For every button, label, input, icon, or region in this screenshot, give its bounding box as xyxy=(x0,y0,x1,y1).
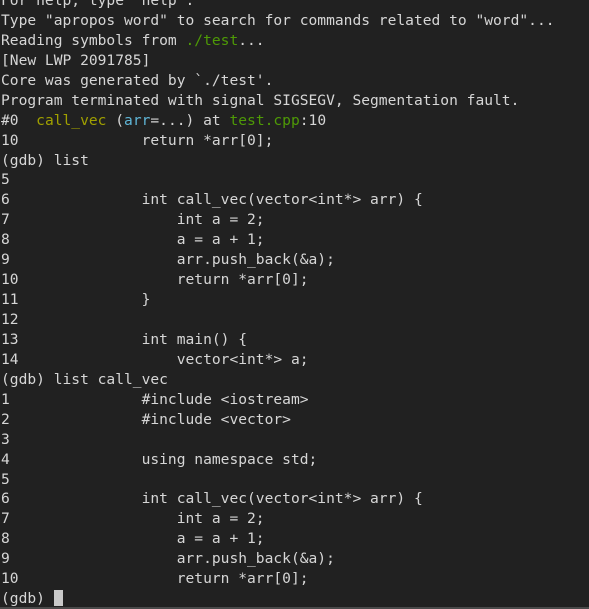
line-src-5a: 5 xyxy=(1,170,589,190)
line-src-10b: 10 return *arr[0]; xyxy=(1,569,589,589)
line-core-generated-seg-0: Core was generated by `./test'. xyxy=(1,71,274,89)
line-src-12a: 12 xyxy=(1,310,589,330)
line-src-11a: 11 } xyxy=(1,290,589,310)
line-new-lwp: [New LWP 2091785] xyxy=(1,51,589,71)
line-core-generated: Core was generated by `./test'. xyxy=(1,71,589,91)
line-prompt-active-seg-0: (gdb) xyxy=(1,590,54,608)
line-src-8a-seg-0: 8 a = a + 1; xyxy=(1,231,265,249)
line-src-8a: 8 a = a + 1; xyxy=(1,230,589,250)
line-reading-symbols-seg-0: Reading symbols from xyxy=(1,31,186,49)
line-reading-symbols: Reading symbols from ./test... xyxy=(1,31,589,51)
line-frame-0-seg-4: =...) at xyxy=(150,111,230,129)
line-src-6a-seg-0: 6 int call_vec(vector<int*> arr) { xyxy=(1,191,423,209)
line-reading-symbols-seg-2: ... xyxy=(238,31,265,49)
line-reading-symbols-seg-1: ./test xyxy=(185,31,239,49)
line-src-1b-seg-0: 1 #include <iostream> xyxy=(1,390,309,408)
line-frame-0-seg-1: call_vec xyxy=(36,111,107,129)
terminal-cursor xyxy=(53,590,63,607)
line-src-5a-seg-0: 5 xyxy=(1,171,72,189)
line-prompt-list-callvec: (gdb) list call_vec xyxy=(1,370,589,390)
line-frame-0-seg-5: test.cpp xyxy=(229,111,300,129)
line-prompt-active: (gdb) xyxy=(1,589,589,608)
line-src-9b-seg-0: 9 arr.push_back(&a); xyxy=(1,550,335,568)
line-src-2b: 2 #include <vector> xyxy=(1,410,589,430)
line-src-9a-seg-0: 9 arr.push_back(&a); xyxy=(1,251,335,269)
line-src-5b-seg-0: 5 xyxy=(1,470,72,488)
line-src-7a: 7 int a = 2; xyxy=(1,210,589,230)
line-frame-0-seg-0: #0 xyxy=(1,111,37,129)
line-src-4b: 4 using namespace std; xyxy=(1,450,589,470)
line-src-10a: 10 return *arr[0]; xyxy=(1,270,589,290)
line-src-10a-seg-0: 10 return *arr[0]; xyxy=(1,271,309,289)
line-src-4b-seg-0: 4 using namespace std; xyxy=(1,450,318,468)
line-program-terminated-seg-0: Program terminated with signal SIGSEGV, … xyxy=(1,91,520,109)
line-help-hint: For help, type "help". xyxy=(1,0,589,11)
line-src-1b: 1 #include <iostream> xyxy=(1,390,589,410)
line-frame-0-seg-2: ( xyxy=(106,111,125,129)
line-frame-0-seg-3: arr xyxy=(124,111,151,129)
line-apropos-hint: Type "apropos word" to search for comman… xyxy=(1,11,589,31)
line-src-13a: 13 int main() { xyxy=(1,330,589,350)
line-src-6b-seg-0: 6 int call_vec(vector<int*> arr) { xyxy=(1,490,423,508)
line-src-2b-seg-0: 2 #include <vector> xyxy=(1,410,291,428)
line-src-10b-seg-0: 10 return *arr[0]; xyxy=(1,570,309,588)
line-src-14a-seg-0: 14 vector<int*> a; xyxy=(1,350,309,368)
line-frame-0-seg-6: :10 xyxy=(299,111,327,129)
line-frame-0-source-seg-0: 10 return *arr[0]; xyxy=(1,131,274,149)
line-src-9b: 9 arr.push_back(&a); xyxy=(1,549,589,569)
line-src-12a-seg-0: 12 xyxy=(1,311,72,328)
line-frame-0: #0 call_vec (arr=...) at test.cpp:10 xyxy=(1,111,589,131)
line-prompt-list-seg-0: (gdb) list xyxy=(1,151,89,169)
terminal-screen[interactable]: For help, type "help". Type "apropos word… xyxy=(0,0,589,608)
line-src-9a: 9 arr.push_back(&a); xyxy=(1,250,589,270)
line-src-6a: 6 int call_vec(vector<int*> arr) { xyxy=(1,190,589,210)
line-prompt-list: (gdb) list xyxy=(1,151,589,171)
line-src-6b: 6 int call_vec(vector<int*> arr) { xyxy=(1,489,589,509)
line-src-7b-seg-0: 7 int a = 2; xyxy=(1,510,265,528)
line-new-lwp-seg-0: [New LWP 2091785] xyxy=(1,51,151,69)
line-src-7a-seg-0: 7 int a = 2; xyxy=(1,211,265,229)
line-src-5b: 5 xyxy=(1,470,589,490)
line-frame-0-source: 10 return *arr[0]; xyxy=(1,131,589,151)
line-src-3b: 3 xyxy=(1,430,589,450)
line-apropos-hint-seg-0: Type "apropos word" to search for comman… xyxy=(1,11,555,29)
line-src-7b: 7 int a = 2; xyxy=(1,509,589,529)
line-src-14a: 14 vector<int*> a; xyxy=(1,350,589,370)
line-src-3b-seg-0: 3 xyxy=(1,430,72,448)
line-prompt-list-callvec-seg-0: (gdb) list call_vec xyxy=(1,370,168,388)
terminal-window[interactable]: For help, type "help". Type "apropos word… xyxy=(0,0,589,609)
line-src-8b-seg-0: 8 a = a + 1; xyxy=(1,530,265,548)
line-src-11a-seg-0: 11 } xyxy=(1,291,151,309)
line-program-terminated: Program terminated with signal SIGSEGV, … xyxy=(1,91,589,111)
line-src-13a-seg-0: 13 int main() { xyxy=(1,330,248,348)
line-src-8b: 8 a = a + 1; xyxy=(1,529,589,549)
line-help-hint-seg-0: For help, type "help". xyxy=(1,0,195,9)
